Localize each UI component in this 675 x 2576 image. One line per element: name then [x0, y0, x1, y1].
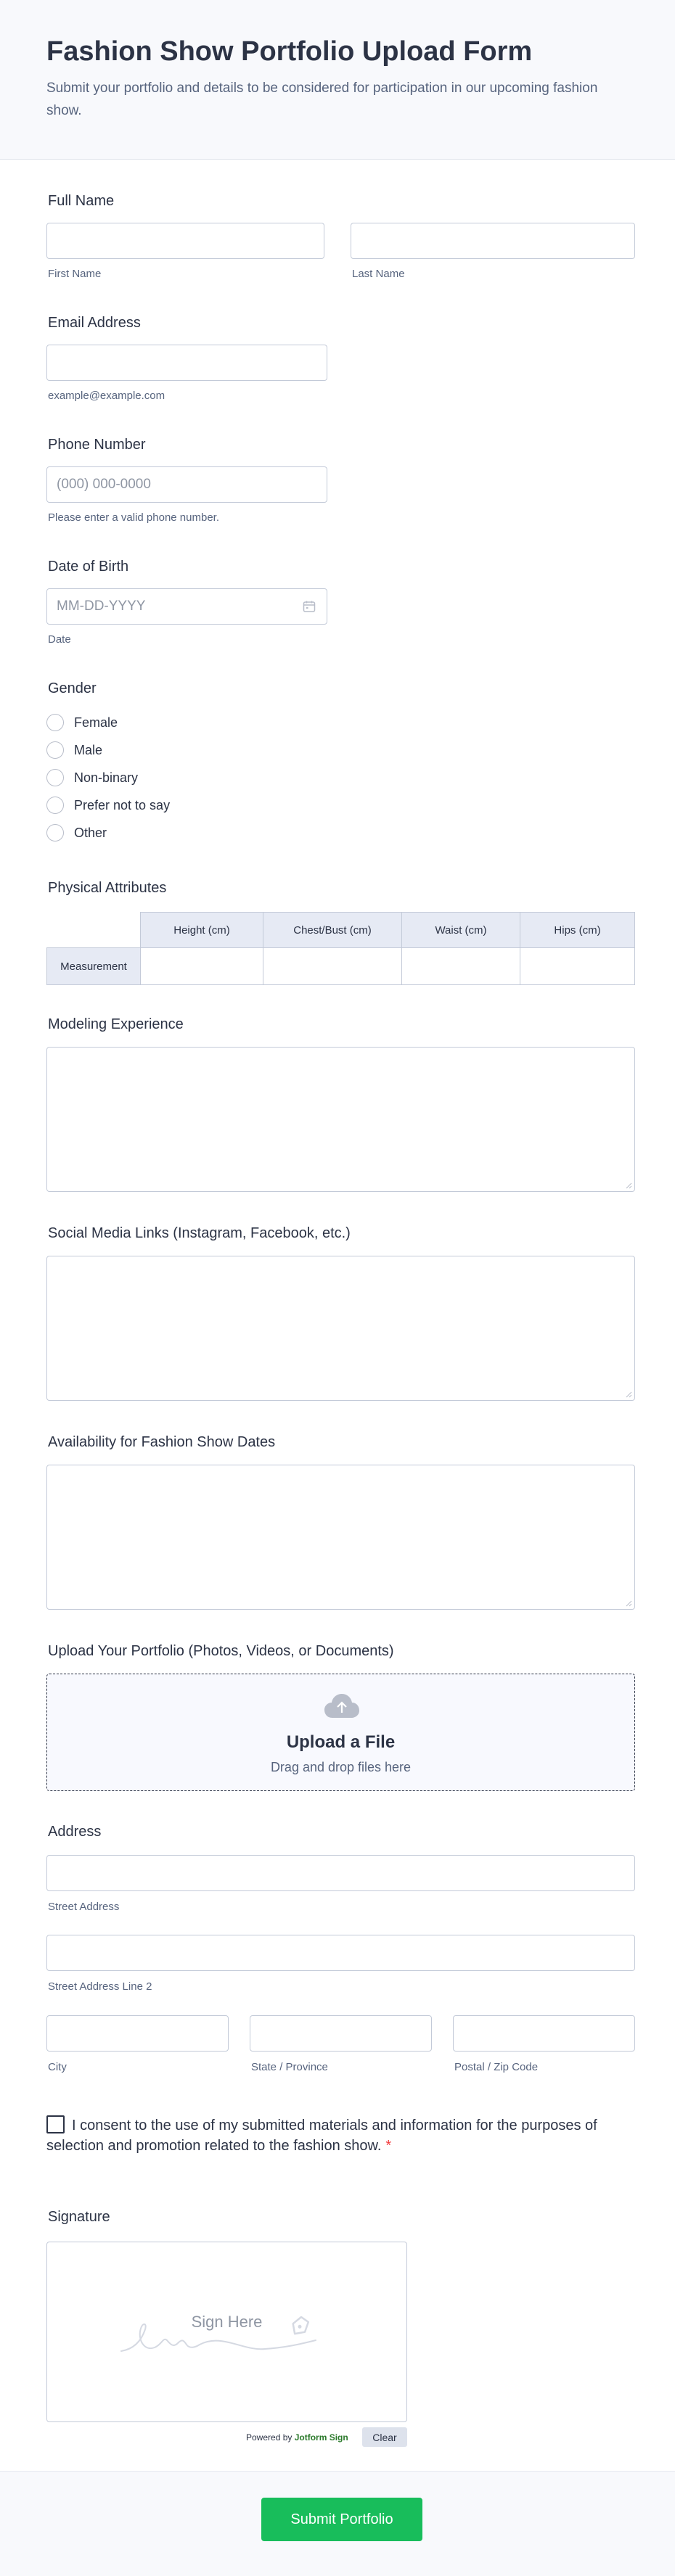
consent-text: I consent to the use of my submitted mat… — [46, 2118, 597, 2154]
email-label: Email Address — [48, 315, 141, 331]
clear-signature-button[interactable]: Clear — [362, 2427, 407, 2447]
signature-label: Signature — [48, 2209, 110, 2225]
radio-button[interactable] — [46, 769, 64, 786]
social-links-label: Social Media Links (Instagram, Facebook,… — [48, 1225, 351, 1241]
radio-button[interactable] — [46, 714, 64, 731]
physical-attributes-label: Physical Attributes — [48, 880, 167, 896]
hips-input[interactable] — [520, 947, 635, 985]
column-header-height: Height (cm) — [140, 912, 263, 948]
column-header-chest: Chest/Bust (cm) — [263, 912, 402, 948]
street-address-sublabel: Street Address — [48, 1901, 120, 1913]
gender-option-other[interactable]: Other — [46, 823, 107, 842]
upload-label: Upload Your Portfolio (Photos, Videos, o… — [48, 1643, 394, 1659]
radio-button[interactable] — [46, 824, 64, 841]
last-name-input[interactable] — [351, 223, 635, 259]
first-name-input[interactable] — [46, 223, 324, 259]
calendar-icon[interactable] — [302, 599, 316, 614]
resize-grip-icon[interactable] — [625, 1600, 632, 1607]
state-input[interactable] — [250, 2015, 432, 2052]
powered-by-brand[interactable]: Jotform Sign — [295, 2432, 348, 2443]
chest-input[interactable] — [263, 947, 402, 985]
email-input[interactable] — [46, 345, 327, 381]
radio-label: Female — [74, 715, 118, 730]
powered-by-note: Powered by Jotform Sign — [246, 2432, 348, 2443]
powered-by-prefix: Powered by — [246, 2432, 292, 2443]
form-title: Fashion Show Portfolio Upload Form — [46, 36, 533, 67]
experience-textarea[interactable] — [46, 1047, 635, 1192]
availability-label: Availability for Fashion Show Dates — [48, 1434, 276, 1450]
waist-input[interactable] — [401, 947, 520, 985]
height-input[interactable] — [140, 947, 263, 985]
city-input[interactable] — [46, 2015, 229, 2052]
required-marker: * — [385, 2138, 392, 2154]
radio-button[interactable] — [46, 797, 64, 814]
first-name-sublabel: First Name — [48, 268, 102, 280]
address-label: Address — [48, 1824, 102, 1840]
city-sublabel: City — [48, 2061, 67, 2073]
gender-option-non-binary[interactable]: Non-binary — [46, 768, 138, 787]
zip-sublabel: Postal / Zip Code — [454, 2061, 539, 2073]
social-links-textarea[interactable] — [46, 1256, 635, 1401]
dob-placeholder: MM-DD-YYYY — [57, 598, 146, 614]
phone-input[interactable]: (000) 000-0000 — [46, 466, 327, 503]
resize-grip-icon[interactable] — [625, 1391, 632, 1398]
gender-label: Gender — [48, 680, 97, 696]
submit-button[interactable]: Submit Portfolio — [261, 2498, 422, 2541]
dob-label: Date of Birth — [48, 559, 129, 575]
last-name-sublabel: Last Name — [352, 268, 405, 280]
radio-label: Prefer not to say — [74, 797, 171, 812]
form-header: Fashion Show Portfolio Upload Form Submi… — [0, 0, 675, 160]
gender-option-prefer-not-to-say[interactable]: Prefer not to say — [46, 796, 170, 815]
column-header-waist: Waist (cm) — [401, 912, 520, 948]
street-address-line2-sublabel: Street Address Line 2 — [48, 1980, 152, 1993]
radio-label: Non-binary — [74, 770, 139, 785]
radio-label: Other — [74, 825, 107, 840]
resize-grip-icon[interactable] — [625, 1182, 632, 1189]
email-sublabel: example@example.com — [48, 390, 165, 402]
consent-checkbox[interactable] — [46, 2115, 65, 2133]
form-footer: Submit Portfolio — [0, 2471, 675, 2576]
form-subtitle: Submit your portfolio and details to be … — [46, 81, 598, 118]
dob-input[interactable]: MM-DD-YYYY — [46, 588, 327, 625]
column-header-hips: Hips (cm) — [520, 912, 635, 948]
radio-button[interactable] — [46, 741, 64, 759]
phone-sublabel: Please enter a valid phone number. — [48, 511, 219, 524]
availability-textarea[interactable] — [46, 1465, 635, 1610]
radio-label: Male — [74, 742, 103, 757]
dob-sublabel: Date — [48, 633, 71, 646]
street-address-line2-input[interactable] — [46, 1935, 635, 1971]
street-address-input[interactable] — [46, 1855, 635, 1891]
physical-attributes-table: Height (cm) Chest/Bust (cm) Waist (cm) H… — [46, 912, 635, 985]
file-upload-dropzone[interactable]: Upload a File Drag and drop files here — [46, 1674, 635, 1791]
row-header-measurement: Measurement — [46, 947, 141, 985]
signature-pad[interactable]: Sign Here — [46, 2242, 407, 2422]
zip-input[interactable] — [453, 2015, 635, 2052]
cloud-upload-icon — [324, 1694, 359, 1718]
phone-placeholder: (000) 000-0000 — [57, 477, 151, 492]
gender-option-female[interactable]: Female — [46, 713, 118, 732]
full-name-label: Full Name — [48, 193, 115, 209]
upload-subtitle: Drag and drop files here — [270, 1760, 412, 1774]
state-sublabel: State / Province — [251, 2061, 328, 2073]
consent-field: I consent to the use of my submitted mat… — [46, 2115, 635, 2156]
gender-option-male[interactable]: Male — [46, 741, 102, 760]
signature-placeholder: Sign Here — [191, 2313, 263, 2331]
upload-title: Upload a File — [286, 1732, 396, 1752]
phone-label: Phone Number — [48, 437, 146, 453]
experience-label: Modeling Experience — [48, 1016, 184, 1032]
